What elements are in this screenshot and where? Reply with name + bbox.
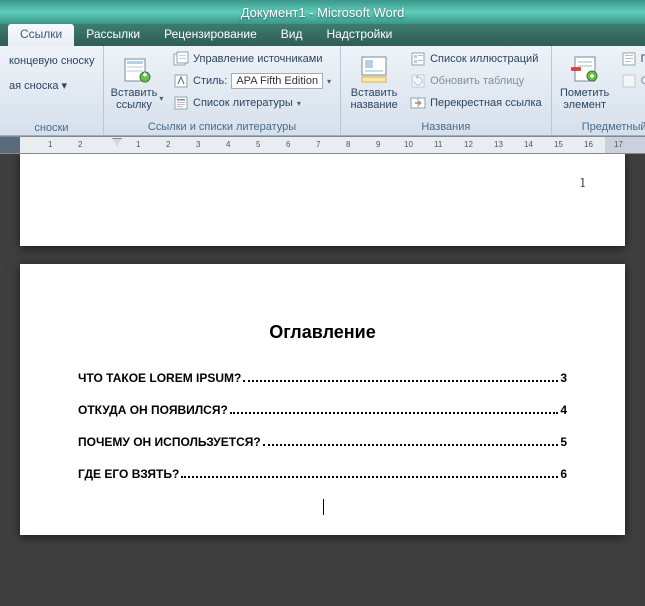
ruler-number: 14 (524, 140, 533, 149)
refresh-icon (621, 73, 637, 89)
style-icon (173, 73, 189, 89)
tab-review[interactable]: Рецензирование (152, 24, 269, 46)
text-cursor (323, 499, 324, 515)
chevron-down-icon: ▾ (327, 77, 331, 86)
ruler-number: 12 (464, 140, 473, 149)
show-notes-button[interactable] (4, 98, 14, 120)
group-label-citations: Ссылки и списки литературы (108, 119, 336, 135)
list-icon (410, 51, 426, 67)
manage-sources-button[interactable]: Управление источниками (168, 48, 336, 70)
group-label-index: Предметный (556, 119, 645, 135)
toc-leader (230, 412, 559, 414)
document-area[interactable]: 1 Оглавление ЧТО ТАКОЕ LOREM IPSUM? 3 ОТКУ… (0, 154, 645, 606)
toc-entry-page: 4 (560, 403, 567, 417)
toc-entry-title: ПОЧЕМУ ОН ИСПОЛЬЗУЕТСЯ? (78, 435, 261, 449)
ruler-number: 1 (136, 140, 140, 149)
tab-mailings[interactable]: Рассылки (74, 24, 152, 46)
insert-index-button[interactable]: Пред (616, 48, 645, 70)
toc-heading: Оглавление (78, 322, 567, 343)
toc-entry[interactable]: ГДЕ ЕГО ВЗЯТЬ? 6 (78, 467, 567, 481)
group-label-captions: Названия (345, 119, 547, 135)
bibliography-button[interactable]: Список литературы ▾ (168, 92, 336, 114)
page-1[interactable]: 1 (20, 154, 625, 246)
title-bar: Документ1 - Microsoft Word (0, 0, 645, 24)
insert-caption-button[interactable]: Вставить название (345, 48, 403, 114)
refresh-icon (410, 73, 426, 89)
group-citations: Вставить ссылку▾ Управление источниками … (104, 46, 341, 135)
ribbon-tabs: Ссылки Рассылки Рецензирование Вид Надст… (0, 24, 645, 46)
insert-endnote-button[interactable]: концевую сноску (4, 50, 99, 72)
table-of-figures-button[interactable]: Список иллюстраций (405, 48, 547, 70)
caption-icon (358, 53, 390, 85)
group-label-footnotes: сноски (4, 120, 99, 136)
toc-entry-page: 6 (560, 467, 567, 481)
toc-leader (263, 444, 559, 446)
bibliography-icon (173, 95, 189, 111)
chevron-down-icon: ▾ (159, 93, 163, 105)
sources-icon (173, 51, 189, 67)
book-icon (121, 53, 153, 85)
ruler-number: 13 (494, 140, 503, 149)
horizontal-ruler[interactable]: 121234567891011121314151617 (0, 136, 645, 154)
toc-entry[interactable]: ОТКУДА ОН ПОЯВИЛСЯ? 4 (78, 403, 567, 417)
toc-entry[interactable]: ЧТО ТАКОЕ LOREM IPSUM? 3 (78, 371, 567, 385)
ruler-number: 4 (226, 140, 230, 149)
tab-references[interactable]: Ссылки (8, 24, 74, 46)
tab-addins[interactable]: Надстройки (315, 24, 405, 46)
ruler-number: 2 (166, 140, 170, 149)
ruler-number: 16 (584, 140, 593, 149)
ruler-number: 8 (346, 140, 350, 149)
ruler-number: 5 (256, 140, 260, 149)
toc-entry-title: ГДЕ ЕГО ВЗЯТЬ? (78, 467, 179, 481)
insert-citation-button[interactable]: Вставить ссылку▾ (108, 48, 166, 114)
chevron-down-icon: ▾ (297, 99, 301, 108)
crossref-icon (410, 95, 426, 111)
ruler-number: 2 (78, 140, 82, 149)
ruler-number: 15 (554, 140, 563, 149)
ribbon: концевую сноску ая сноска ▾ сноски Встав… (0, 46, 645, 136)
mark-icon (569, 53, 601, 85)
toc-entry-page: 5 (560, 435, 567, 449)
ruler-number: 6 (286, 140, 290, 149)
update-table-button[interactable]: Обновить таблицу (405, 70, 547, 92)
toc-leader (243, 380, 558, 382)
update-index-button[interactable]: Обно (616, 70, 645, 92)
citation-style-value: APA Fifth Edition (231, 73, 323, 89)
ruler-number: 9 (376, 140, 380, 149)
next-footnote-button[interactable]: ая сноска ▾ (4, 74, 72, 96)
group-footnotes: концевую сноску ая сноска ▾ сноски (0, 46, 104, 135)
cross-reference-button[interactable]: Перекрестная ссылка (405, 92, 547, 114)
toc-entry-title: ЧТО ТАКОЕ LOREM IPSUM? (78, 371, 241, 385)
ruler-number: 1 (48, 140, 52, 149)
citation-style-dropdown[interactable]: Стиль: APA Fifth Edition ▾ (168, 70, 336, 92)
ruler-number: 3 (196, 140, 200, 149)
group-captions: Вставить название Список иллюстраций Обн… (341, 46, 552, 135)
ruler-number: 17 (614, 140, 623, 149)
page-2[interactable]: Оглавление ЧТО ТАКОЕ LOREM IPSUM? 3 ОТКУДА… (20, 264, 625, 535)
toc-entry-title: ОТКУДА ОН ПОЯВИЛСЯ? (78, 403, 228, 417)
toc-entry-page: 3 (560, 371, 567, 385)
toc-entry[interactable]: ПОЧЕМУ ОН ИСПОЛЬЗУЕТСЯ? 5 (78, 435, 567, 449)
window-title: Документ1 - Microsoft Word (241, 5, 405, 20)
ruler-number: 11 (434, 140, 442, 149)
index-icon (621, 51, 637, 67)
mark-entry-button[interactable]: Пометить элемент (556, 48, 614, 114)
tab-view[interactable]: Вид (269, 24, 315, 46)
toc-leader (181, 476, 558, 478)
group-index: Пометить элемент Пред Обно Предметный (552, 46, 645, 135)
toc-list: ЧТО ТАКОЕ LOREM IPSUM? 3 ОТКУДА ОН ПОЯВИЛС… (78, 371, 567, 481)
ruler-number: 10 (404, 140, 413, 149)
page-number: 1 (580, 176, 585, 191)
ruler-number: 7 (316, 140, 320, 149)
